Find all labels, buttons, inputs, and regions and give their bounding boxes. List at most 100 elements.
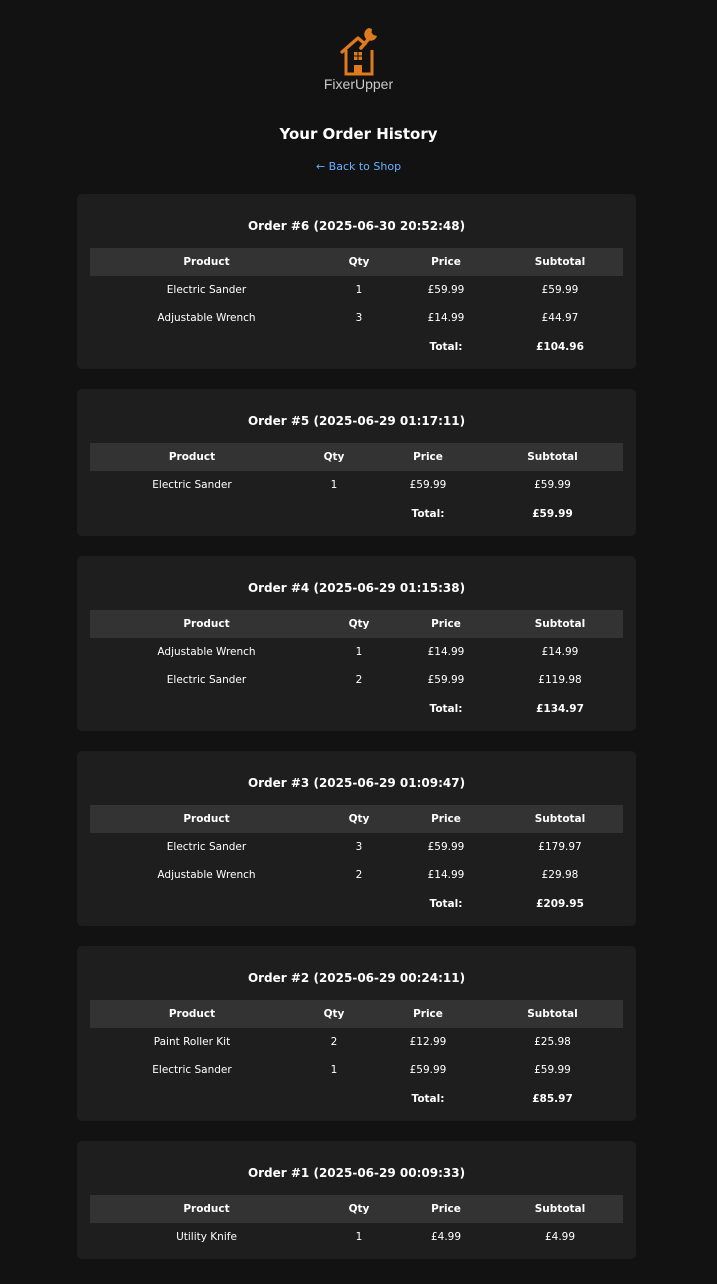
qty-cell: 2	[355, 674, 363, 686]
header-subtotal: Subtotal	[482, 1000, 623, 1028]
qty-cell: 2	[355, 869, 363, 881]
table-header-row: Product Qty Price Subtotal	[90, 805, 623, 833]
total-label: Total:	[411, 507, 445, 520]
header-qty: Qty	[323, 610, 395, 638]
order-items-table: Product Qty Price Subtotal Utility Knife 1 £4.…	[90, 1195, 623, 1251]
table-header-row: Product Qty Price Subtotal	[90, 443, 623, 471]
table-header-row: Product Qty Price Subtotal	[90, 248, 623, 276]
order-title: Order #1 (2025-06-29 00:09:33)	[247, 1166, 466, 1180]
order-card: Order #6 (2025-06-30 20:52:48) Product Qty…	[77, 194, 636, 369]
order-items-table: Product Qty Price Subtotal Adjustable Wrench…	[90, 610, 623, 723]
subtotal-cell: £59.99	[534, 479, 571, 491]
order-card: Order #1 (2025-06-29 00:09:33) Product Qty…	[77, 1141, 636, 1259]
subtotal-cell: £29.98	[541, 869, 579, 881]
brand-logo[interactable]: FixerUpper	[0, 24, 717, 92]
empty-cell	[90, 694, 323, 723]
total-row: Total: £134.97	[90, 694, 623, 723]
table-row: Adjustable Wrench 1 £14.99 £14.99	[90, 638, 623, 666]
order-title: Order #5 (2025-06-29 01:17:11)	[247, 414, 466, 428]
product-cell: Electric Sander	[152, 1064, 232, 1076]
price-cell: £14.99	[427, 869, 465, 881]
header-qty: Qty	[323, 1195, 395, 1223]
header-product: Product	[90, 805, 323, 833]
product-cell: Electric Sander	[152, 479, 232, 491]
header-product: Product	[90, 443, 294, 471]
empty-cell	[323, 889, 395, 918]
price-cell: £59.99	[409, 1064, 447, 1076]
total-value: £134.97	[536, 702, 584, 715]
order-title: Order #3 (2025-06-29 01:09:47)	[247, 776, 466, 790]
empty-cell	[323, 332, 395, 361]
order-items-table: Product Qty Price Subtotal Electric Sander 1 £…	[90, 443, 623, 528]
page-title: Your Order History	[279, 125, 438, 143]
order-items-table: Product Qty Price Subtotal Electric Sander 1 £…	[90, 248, 623, 361]
total-value: £104.96	[536, 340, 584, 353]
qty-cell: 3	[355, 312, 363, 324]
subtotal-cell: £4.99	[544, 1231, 576, 1243]
header-price: Price	[395, 805, 497, 833]
qty-cell: 1	[330, 479, 338, 491]
subtotal-cell: £179.97	[538, 841, 582, 853]
header-product: Product	[90, 1000, 294, 1028]
header-qty: Qty	[294, 443, 374, 471]
total-label: Total:	[429, 702, 463, 715]
product-cell: Adjustable Wrench	[157, 312, 256, 324]
product-cell: Utility Knife	[176, 1231, 237, 1243]
table-row: Electric Sander 1 £59.99 £59.99	[90, 276, 623, 304]
subtotal-cell: £25.98	[534, 1036, 571, 1048]
header-product: Product	[90, 1195, 323, 1223]
order-card: Order #2 (2025-06-29 00:24:11) Product Qty…	[77, 946, 636, 1121]
order-history-page: FixerUpper Your Order History ← Back to …	[0, 0, 717, 1284]
price-cell: £14.99	[427, 312, 465, 324]
product-cell: Electric Sander	[166, 284, 247, 296]
header-price: Price	[395, 1195, 497, 1223]
subtotal-cell: £14.99	[541, 646, 579, 658]
price-cell: £59.99	[409, 479, 447, 491]
table-row: Electric Sander 3 £59.99 £179.97	[90, 833, 623, 861]
order-title: Order #2 (2025-06-29 00:24:11)	[247, 971, 466, 985]
order-card: Order #4 (2025-06-29 01:15:38) Product Qty…	[77, 556, 636, 731]
total-row: Total: £59.99	[90, 499, 623, 528]
total-value: £59.99	[532, 507, 573, 520]
total-row: Total: £209.95	[90, 889, 623, 918]
order-list: Order #6 (2025-06-30 20:52:48) Product Qty…	[77, 194, 636, 1279]
qty-cell: 3	[355, 841, 363, 853]
subtotal-cell: £119.98	[538, 674, 582, 686]
header-product: Product	[90, 248, 323, 276]
header-price: Price	[395, 610, 497, 638]
subtotal-cell: £59.99	[541, 284, 579, 296]
qty-cell: 2	[330, 1036, 338, 1048]
price-cell: £59.99	[427, 284, 465, 296]
header-price: Price	[374, 1000, 482, 1028]
brand-name: FixerUpper	[323, 76, 394, 92]
table-row: Electric Sander 1 £59.99 £59.99	[90, 471, 623, 499]
header-subtotal: Subtotal	[497, 610, 623, 638]
qty-cell: 1	[355, 284, 363, 296]
subtotal-cell: £59.99	[534, 1064, 571, 1076]
empty-cell	[90, 1084, 294, 1113]
table-row: Paint Roller Kit 2 £12.99 £25.98	[90, 1028, 623, 1056]
header-subtotal: Subtotal	[497, 805, 623, 833]
empty-cell	[90, 332, 323, 361]
table-header-row: Product Qty Price Subtotal	[90, 1000, 623, 1028]
order-title: Order #4 (2025-06-29 01:15:38)	[247, 581, 466, 595]
empty-cell	[323, 694, 395, 723]
header-qty: Qty	[323, 248, 395, 276]
product-cell: Adjustable Wrench	[157, 646, 256, 658]
table-header-row: Product Qty Price Subtotal	[90, 1195, 623, 1223]
total-value: £85.97	[532, 1092, 573, 1105]
back-to-shop-link[interactable]: ← Back to Shop	[0, 160, 717, 173]
house-wrench-icon	[339, 28, 377, 76]
qty-cell: 1	[355, 646, 363, 658]
qty-cell: 1	[330, 1064, 338, 1076]
header-price: Price	[374, 443, 482, 471]
order-card: Order #5 (2025-06-29 01:17:11) Product Qty…	[77, 389, 636, 536]
total-label: Total:	[429, 340, 463, 353]
total-row: Total: £85.97	[90, 1084, 623, 1113]
product-cell: Electric Sander	[166, 841, 247, 853]
header-subtotal: Subtotal	[497, 1195, 623, 1223]
header-price: Price	[395, 248, 497, 276]
table-row: Utility Knife 1 £4.99 £4.99	[90, 1223, 623, 1251]
header-product: Product	[90, 610, 323, 638]
price-cell: £59.99	[427, 841, 465, 853]
